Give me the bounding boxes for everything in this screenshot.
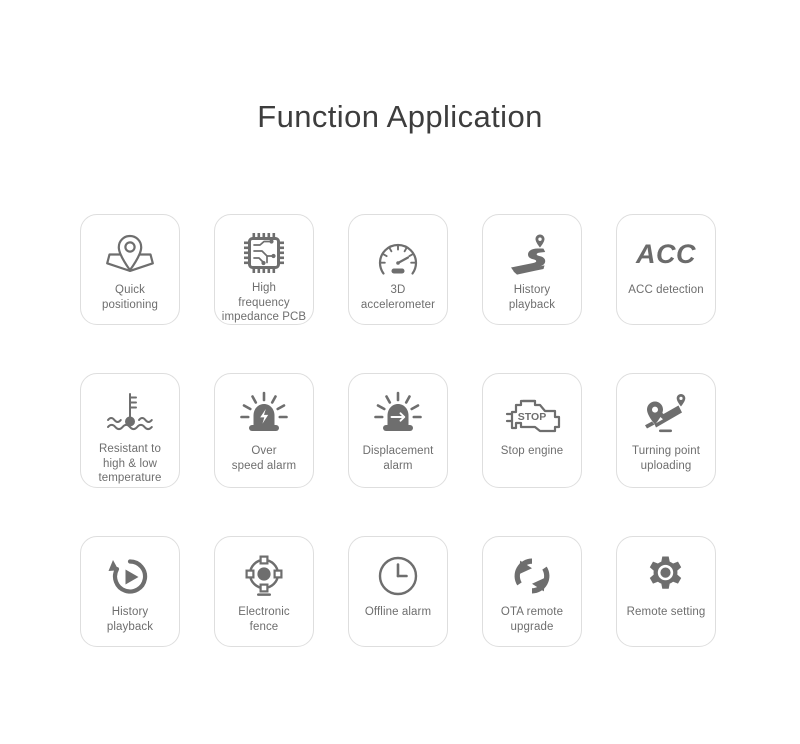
feature-card-quick-positioning[interactable]: Quick positioning	[80, 214, 180, 325]
feature-card-remote-setting[interactable]: Remote setting	[616, 536, 716, 647]
feature-card-label: Offline alarm	[364, 606, 432, 618]
feature-row: History playback Electronic fence Offlin…	[80, 536, 717, 647]
replay-history-icon	[107, 553, 153, 599]
feature-card-history-playback-replay[interactable]: History playback	[80, 536, 180, 647]
feature-card-label: History playback	[106, 606, 154, 633]
feature-card-3d-accelerometer[interactable]: 3D accelerometer	[348, 214, 448, 325]
map-pin-location-icon	[102, 231, 158, 277]
engine-stop-icon: STOP	[503, 390, 561, 438]
feature-card-label: Electronic fence	[238, 606, 290, 633]
acc-text-icon: ACC	[636, 231, 696, 277]
electronic-fence-icon	[241, 553, 287, 599]
feature-card-temperature-resistant[interactable]: Resistant to high & low temperature	[80, 373, 180, 488]
speedometer-gauge-icon	[375, 231, 421, 277]
feature-row: Resistant to high & low temperature Over…	[80, 373, 717, 488]
feature-card-turning-point-uploading[interactable]: Turning point uploading	[616, 373, 716, 488]
road-route-pin-icon	[507, 231, 557, 277]
siren-alarm-displacement-icon	[374, 390, 422, 438]
feature-card-label: OTA remote upgrade	[500, 606, 564, 633]
feature-card-displacement-alarm[interactable]: Displacement alarm	[348, 373, 448, 488]
feature-card-high-frequency-impedance-pcb[interactable]: High frequency impedance PCB	[214, 214, 314, 325]
chip-pcb-icon	[242, 231, 286, 275]
feature-card-label: History playback	[508, 284, 556, 311]
thermometer-water-waves-icon	[104, 390, 156, 436]
feature-card-acc-detection[interactable]: ACC ACC detection	[616, 214, 716, 325]
clock-offline-icon	[376, 553, 420, 599]
feature-card-label: Displacement alarm	[362, 445, 434, 472]
engine-stop-text: STOP	[518, 411, 546, 423]
feature-row: Quick positioning High frequency impedan…	[80, 214, 717, 325]
feature-card-offline-alarm[interactable]: Offline alarm	[348, 536, 448, 647]
siren-alarm-speed-icon	[240, 390, 288, 438]
feature-card-label: ACC detection	[628, 284, 704, 296]
feature-card-label: 3D accelerometer	[360, 284, 436, 311]
feature-card-label: Resistant to high & low temperature	[98, 443, 162, 484]
feature-card-label: Remote setting	[626, 606, 706, 618]
page-title: Function Application	[257, 99, 543, 134]
feature-card-electronic-fence[interactable]: Electronic fence	[214, 536, 314, 647]
refresh-ota-icon	[510, 553, 554, 599]
feature-card-label: Quick positioning	[101, 284, 159, 311]
feature-card-stop-engine[interactable]: STOP Stop engine	[482, 373, 582, 488]
feature-card-label: High frequency impedance PCB	[221, 282, 307, 323]
gear-settings-icon	[643, 553, 689, 599]
feature-card-ota-remote-upgrade[interactable]: OTA remote upgrade	[482, 536, 582, 647]
feature-card-label: Turning point uploading	[632, 445, 700, 472]
feature-card-history-playback-road[interactable]: History playback	[482, 214, 582, 325]
acc-icon-text: ACC	[636, 239, 696, 269]
feature-card-label: Stop engine	[500, 445, 564, 457]
feature-card-label: Over speed alarm	[231, 445, 297, 472]
feature-card-grid: Quick positioning High frequency impedan…	[80, 214, 717, 647]
feature-card-over-speed-alarm[interactable]: Over speed alarm	[214, 373, 314, 488]
turning-point-route-icon	[639, 390, 693, 438]
function-application-page: Function Application Quick positioning H…	[0, 0, 800, 744]
